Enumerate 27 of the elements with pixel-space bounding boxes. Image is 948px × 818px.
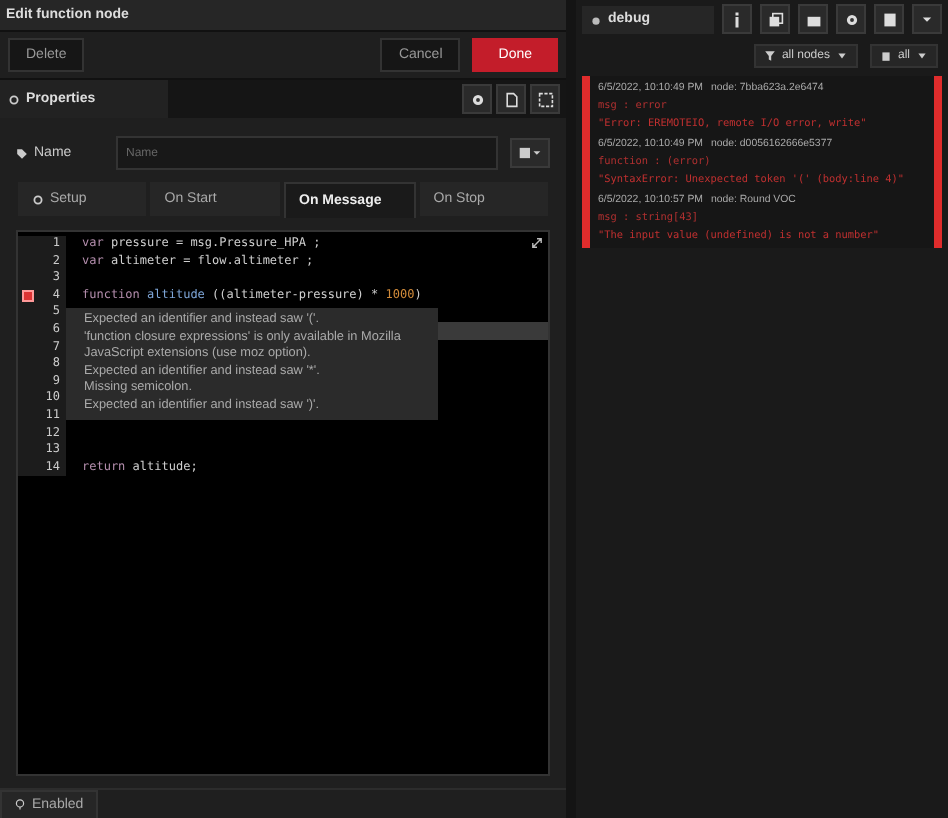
- gear-icon: [469, 91, 485, 107]
- settings-button[interactable]: [462, 84, 492, 114]
- expand-icon: [530, 236, 544, 250]
- copy-icon: [518, 146, 542, 160]
- info-button[interactable]: [722, 4, 752, 34]
- bulb-icon: [14, 798, 26, 810]
- gear-icon: [32, 193, 44, 205]
- document-icon: [503, 91, 519, 107]
- code-editor[interactable]: [16, 230, 550, 776]
- copy-icon: [767, 11, 783, 27]
- copy-button[interactable]: [760, 4, 790, 34]
- caret-icon: [835, 50, 848, 62]
- calendar-button[interactable]: [874, 4, 904, 34]
- tag-icon: [16, 147, 28, 159]
- info-icon: [734, 11, 740, 27]
- caret-icon: [916, 50, 928, 62]
- expand-button[interactable]: [530, 84, 560, 114]
- caret-icon: [920, 12, 934, 26]
- gear-icon: [8, 93, 20, 105]
- dropdown-button[interactable]: [912, 4, 942, 34]
- document-button[interactable]: [496, 84, 526, 114]
- settings-button[interactable]: [836, 4, 866, 34]
- gear-icon: [843, 11, 859, 27]
- copy-menu-button[interactable]: [510, 138, 550, 168]
- frame-icon: [537, 91, 553, 107]
- filter-icon: [763, 50, 776, 62]
- bag-button[interactable]: [798, 4, 828, 34]
